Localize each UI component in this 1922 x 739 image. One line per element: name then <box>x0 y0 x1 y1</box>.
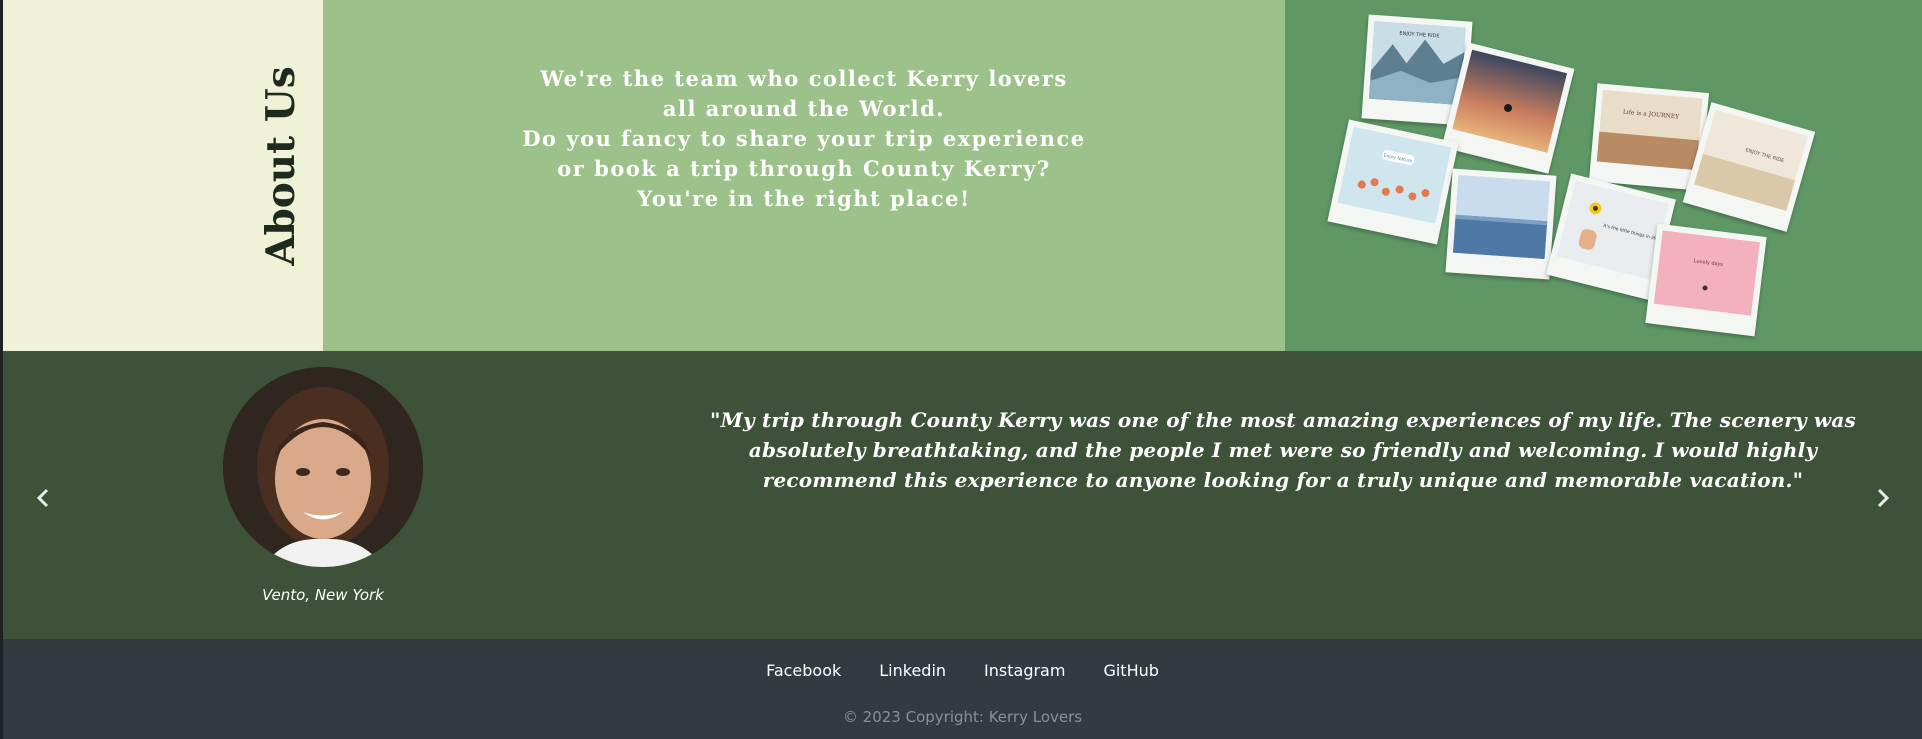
testimonial-avatar <box>223 367 423 567</box>
about-line: Do you fancy to share your trip experien… <box>522 126 1086 151</box>
testimonial-quote: "My trip through County Kerry was one of… <box>710 408 1856 492</box>
beach-photo: ENJOY THE RIDE <box>1694 109 1808 211</box>
flower-field-photo: Enjoy Nature <box>1337 126 1452 224</box>
polaroid-collage: ENJOY THE RIDE Life is a JOURNEY ENJOY T… <box>1285 0 1922 351</box>
about-title-panel: About Us <box>3 0 323 351</box>
footer-social-links: Facebook Linkedin Instagram GitHub <box>3 661 1922 680</box>
about-section: About Us We're the team who collect Kerr… <box>3 0 1922 351</box>
linkedin-link[interactable]: Linkedin <box>860 661 965 680</box>
footer: Facebook Linkedin Instagram GitHub © 202… <box>3 639 1922 739</box>
page: About Us We're the team who collect Kerr… <box>0 0 1922 739</box>
polaroid-flowers: Enjoy Nature <box>1327 119 1459 245</box>
about-text-panel: We're the team who collect Kerry lovers … <box>323 0 1285 351</box>
about-line: all around the World. <box>662 96 946 121</box>
carousel-next-button[interactable] <box>1868 478 1898 518</box>
woman-portrait-image <box>223 367 423 567</box>
facebook-link[interactable]: Facebook <box>747 661 860 680</box>
about-line: We're the team who collect Kerry lovers <box>540 66 1068 91</box>
chevron-right-icon <box>1877 488 1890 508</box>
mountain-lake-photo: ENJOY THE RIDE <box>1368 20 1467 106</box>
chevron-left-icon <box>36 488 49 508</box>
carousel-prev-button[interactable] <box>28 478 58 518</box>
ocean-photo <box>1452 174 1551 260</box>
about-title: About Us <box>258 66 304 266</box>
instagram-link[interactable]: Instagram <box>965 661 1084 680</box>
copyright-text: © 2023 Copyright: Kerry Lovers <box>842 708 1083 726</box>
polaroid-pink: Lovely days <box>1645 223 1767 337</box>
github-link[interactable]: GitHub <box>1084 661 1177 680</box>
testimonial-carousel: Vento, New York "My trip through County … <box>3 351 1922 639</box>
testimonial-author: Vento, New York <box>262 586 384 604</box>
polaroid-sea <box>1445 168 1557 280</box>
about-line: or book a trip through County Kerry? <box>557 156 1051 181</box>
pink-card-photo: Lovely days <box>1653 230 1760 316</box>
about-line: You're in the right place! <box>637 186 971 211</box>
about-description: We're the team who collect Kerry lovers … <box>323 64 1285 214</box>
desert-road-photo: Life is a JOURNEY <box>1596 89 1703 171</box>
sunset-photo <box>1452 49 1568 153</box>
